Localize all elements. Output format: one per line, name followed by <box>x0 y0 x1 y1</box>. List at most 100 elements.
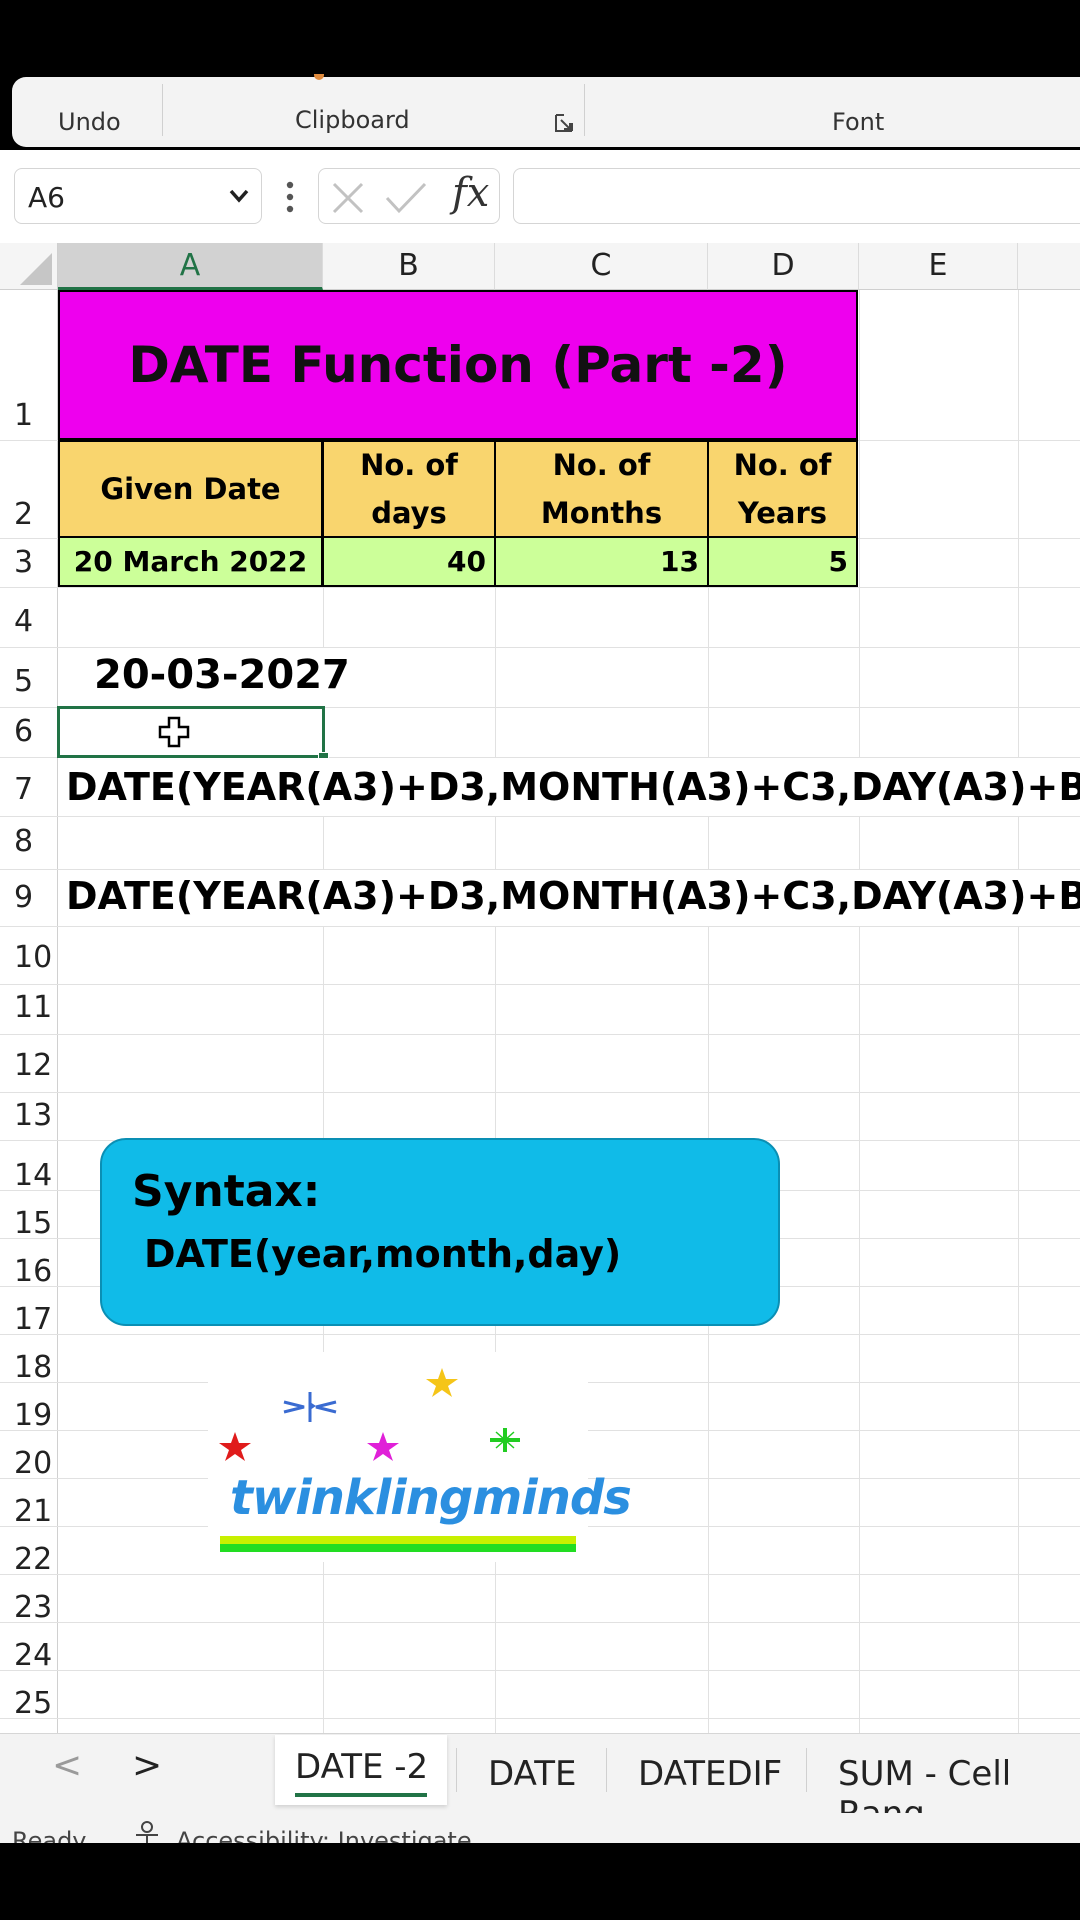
header-cell-months[interactable]: No. of Months <box>494 440 709 538</box>
header-label: Months <box>540 496 663 530</box>
row-header[interactable]: 12 <box>0 1048 58 1083</box>
tab-date-2[interactable]: DATE -2 <box>275 1735 447 1805</box>
row-header[interactable]: 14 <box>0 1158 58 1193</box>
row-header[interactable]: 23 <box>0 1590 58 1625</box>
data-value: 40 <box>447 545 486 578</box>
formula-text-2[interactable]: DATE(YEAR(A3)+D3,MONTH(A3)+C3,DAY(A3)+B3… <box>66 874 1080 918</box>
data-cell-months[interactable]: 13 <box>494 536 709 587</box>
result-value[interactable]: 20-03-2027 <box>94 652 350 698</box>
formula-text-1[interactable]: DATE(YEAR(A3)+D3,MONTH(A3)+C3,DAY(A3)+B3… <box>66 765 1080 809</box>
name-box-value: A6 <box>28 181 65 214</box>
undo-group-label: Undo <box>58 108 121 136</box>
column-header-f[interactable] <box>1018 243 1080 290</box>
row-header[interactable]: 3 <box>0 545 58 580</box>
column-header-e[interactable]: E <box>859 243 1018 290</box>
data-value: 20 March 2022 <box>73 545 308 578</box>
status-ready: Ready <box>12 1827 87 1843</box>
row-header[interactable]: 6 <box>0 714 58 749</box>
header-cell-days[interactable]: No. of days <box>322 440 496 538</box>
row-header[interactable]: 20 <box>0 1446 58 1481</box>
dialog-launcher-icon[interactable] <box>554 113 574 133</box>
tab-divider <box>806 1748 807 1792</box>
header-label: Years <box>737 496 828 530</box>
active-tab-underline <box>295 1793 427 1797</box>
chevron-down-icon[interactable] <box>228 188 250 204</box>
tab-datedif[interactable]: DATEDIF <box>638 1754 782 1794</box>
gridline <box>1018 290 1019 1733</box>
formula-input[interactable] <box>513 168 1080 224</box>
gridline <box>0 587 1080 588</box>
ribbon-divider <box>162 84 163 136</box>
row-header[interactable]: 19 <box>0 1398 58 1433</box>
header-label: days <box>371 496 447 530</box>
gridline <box>0 926 1080 927</box>
gridline <box>0 1034 1080 1035</box>
data-cell-given-date[interactable]: 20 March 2022 <box>58 536 323 587</box>
tab-date[interactable]: DATE <box>488 1754 576 1794</box>
row-header[interactable]: 5 <box>0 664 58 699</box>
select-all-button[interactable] <box>0 243 58 290</box>
sheet-title: DATE Function (Part -2) <box>128 336 788 394</box>
column-header-c[interactable]: C <box>495 243 708 290</box>
tab-label: DATE -2 <box>295 1747 429 1787</box>
row-header[interactable]: 21 <box>0 1494 58 1529</box>
row-header[interactable]: 2 <box>0 497 58 532</box>
insert-function-icon[interactable]: fx <box>452 170 489 216</box>
row-header[interactable]: 18 <box>0 1350 58 1385</box>
column-header-a[interactable]: A <box>58 243 323 290</box>
row-header[interactable]: 24 <box>0 1638 58 1673</box>
logo: twinklingminds <box>208 1352 632 1562</box>
header-cell-years[interactable]: No. of Years <box>707 440 858 538</box>
syntax-body: DATE(year,month,day) <box>144 1232 622 1276</box>
gridline <box>0 816 1080 817</box>
row-header[interactable]: 25 <box>0 1686 58 1721</box>
data-cell-days[interactable]: 40 <box>322 536 496 587</box>
header-cell-given-date[interactable]: Given Date <box>58 440 323 538</box>
row-header[interactable]: 17 <box>0 1302 58 1337</box>
gridline <box>859 290 860 1733</box>
header-label: No. of <box>733 448 832 482</box>
logo-text: twinklingminds <box>230 1470 632 1526</box>
tab-divider <box>456 1748 457 1792</box>
header-label: Given Date <box>100 472 281 506</box>
row-header[interactable]: 22 <box>0 1542 58 1577</box>
column-header-b[interactable]: B <box>323 243 495 290</box>
header-label: No. of <box>552 448 651 482</box>
row-header[interactable]: 4 <box>0 604 58 639</box>
gridline <box>0 1718 1080 1719</box>
data-value: 13 <box>660 545 699 578</box>
title-cell[interactable]: DATE Function (Part -2) <box>58 290 858 440</box>
gridline <box>0 1670 1080 1671</box>
cancel-icon[interactable] <box>330 180 366 216</box>
prev-sheet-button[interactable]: < <box>52 1745 82 1786</box>
gridline <box>0 1622 1080 1623</box>
gridline <box>0 1334 1080 1335</box>
active-cell-a6[interactable] <box>57 706 325 758</box>
syntax-heading: Syntax: <box>132 1166 321 1217</box>
gridline <box>0 984 1080 985</box>
enter-check-icon[interactable] <box>384 180 428 216</box>
data-value: 5 <box>828 545 848 578</box>
ribbon-divider <box>584 84 585 136</box>
accessibility-icon[interactable] <box>132 1819 162 1843</box>
row-header[interactable]: 8 <box>0 824 58 859</box>
ribbon <box>12 77 1080 147</box>
next-sheet-button[interactable]: > <box>132 1745 162 1786</box>
syntax-box: Syntax: DATE(year,month,day) <box>100 1138 780 1326</box>
row-header[interactable]: 11 <box>0 990 58 1025</box>
data-cell-years[interactable]: 5 <box>707 536 858 587</box>
status-accessibility[interactable]: Accessibility: Investigate <box>176 1827 472 1843</box>
cell-cursor-icon <box>158 716 190 748</box>
row-header[interactable]: 1 <box>0 398 58 433</box>
row-header[interactable]: 7 <box>0 772 58 807</box>
row-header[interactable]: 9 <box>0 880 58 915</box>
row-header[interactable]: 16 <box>0 1254 58 1289</box>
more-options-icon[interactable] <box>286 180 294 214</box>
column-header-d[interactable]: D <box>708 243 859 290</box>
row-header[interactable]: 10 <box>0 940 58 975</box>
row-header[interactable]: 13 <box>0 1098 58 1133</box>
font-group-label: Font <box>832 108 885 136</box>
row-header[interactable]: 15 <box>0 1206 58 1241</box>
status-bar: Ready Accessibility: Investigate <box>0 1813 1080 1843</box>
header-label: No. of <box>360 448 458 482</box>
